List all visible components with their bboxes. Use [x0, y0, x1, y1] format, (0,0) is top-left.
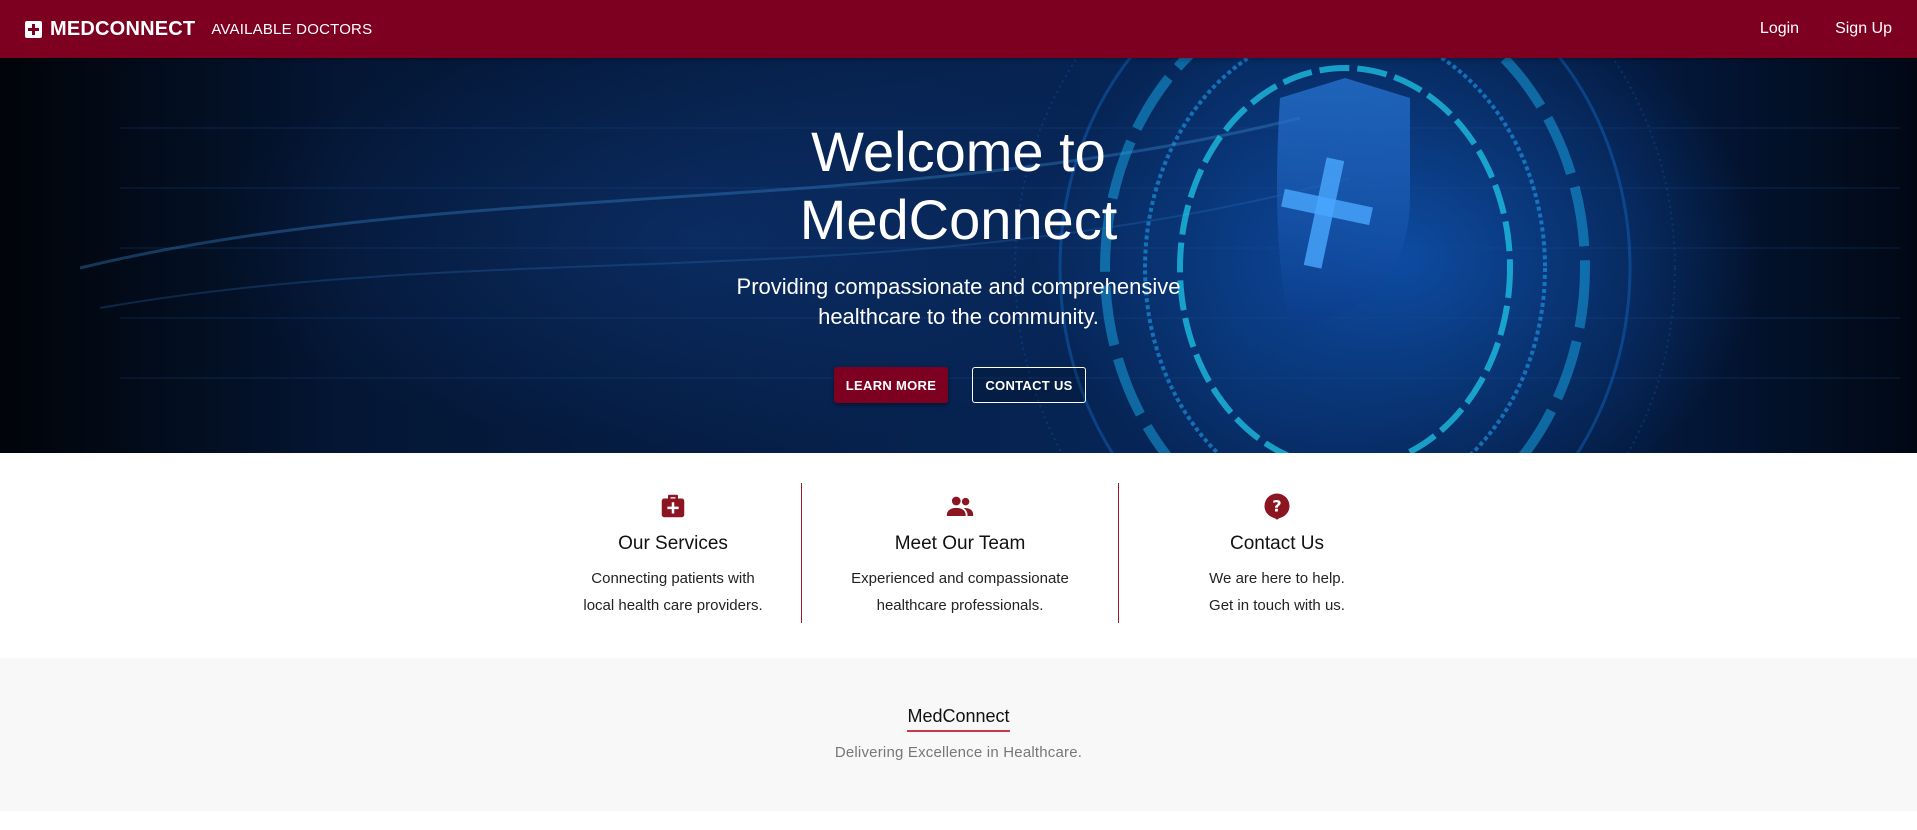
svg-text:?: ?	[1272, 497, 1281, 516]
feature-description: Experienced and compassionate healthcare…	[802, 565, 1118, 619]
footer: MedConnect Delivering Excellence in Heal…	[0, 658, 1917, 811]
nav-available-doctors[interactable]: AVAILABLE DOCTORS	[211, 21, 372, 38]
hero-subtitle-line2: healthcare to the community.	[818, 304, 1099, 329]
footer-title: MedConnect	[0, 706, 1917, 732]
feature-title: Meet Our Team	[894, 533, 1026, 554]
nav-auth-links: Login Sign Up	[1724, 20, 1892, 38]
feature-contact-us: ? Contact Us We are here to help. Get in…	[1118, 483, 1436, 623]
feature-desc-line1: Connecting patients with	[591, 570, 755, 587]
people-icon	[946, 496, 974, 516]
hero-title-line2: MedConnect	[799, 188, 1118, 251]
brand-logo[interactable]: MEDCONNECT	[25, 18, 195, 41]
feature-title: Contact Us	[1230, 533, 1324, 554]
medical-cross-icon	[25, 20, 42, 38]
feature-title: Our Services	[618, 533, 728, 554]
features-section: Our Services Connecting patients with lo…	[0, 453, 1917, 658]
hero-banner: Welcome to MedConnect Providing compassi…	[0, 58, 1917, 453]
footer-tagline: Delivering Excellence in Healthcare.	[834, 744, 1083, 761]
top-navbar: MEDCONNECT AVAILABLE DOCTORS Login Sign …	[0, 0, 1917, 58]
hero-title-line1: Welcome to	[811, 120, 1106, 183]
feature-desc-line1: Experienced and compassionate	[851, 570, 1069, 587]
hero-subtitle: Providing compassionate and comprehensiv…	[0, 272, 1917, 332]
question-icon: ?	[1264, 493, 1290, 520]
feature-desc-line2: healthcare professionals.	[876, 597, 1044, 614]
signup-link[interactable]: Sign Up	[1835, 20, 1892, 38]
login-link[interactable]: Login	[1760, 20, 1799, 38]
hero-content: Welcome to MedConnect Providing compassi…	[0, 58, 1917, 453]
contact-us-button[interactable]: CONTACT US	[972, 367, 1086, 403]
footer-brand: MedConnect	[907, 706, 1010, 732]
feature-meet-our-team: Meet Our Team Experienced and compassion…	[801, 483, 1119, 623]
hero-subtitle-line1: Providing compassionate and comprehensiv…	[736, 274, 1181, 299]
feature-desc-line2: Get in touch with us.	[1209, 597, 1345, 614]
learn-more-button[interactable]: LEARN MORE	[834, 367, 948, 403]
feature-desc-line2: local health care providers.	[583, 597, 763, 614]
feature-our-services: Our Services Connecting patients with lo…	[514, 483, 832, 623]
feature-desc-line1: We are here to help.	[1209, 570, 1345, 587]
brand-name: MEDCONNECT	[50, 17, 196, 40]
feature-description: We are here to help. Get in touch with u…	[1118, 565, 1436, 619]
medical-kit-icon	[661, 494, 685, 518]
hero-title: Welcome to MedConnect	[0, 118, 1917, 254]
feature-description: Connecting patients with local health ca…	[514, 565, 832, 619]
